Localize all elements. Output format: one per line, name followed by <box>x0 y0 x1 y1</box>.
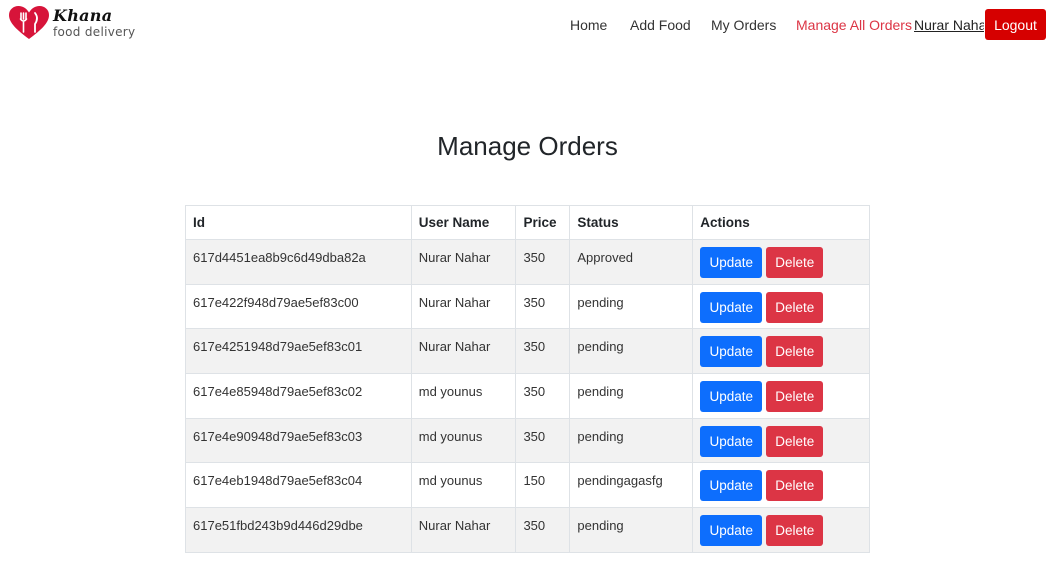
delete-button[interactable]: Delete <box>766 247 824 278</box>
order-price: 350 <box>515 328 571 374</box>
order-id: 617e4e90948d79ae5ef83c03 <box>185 417 412 464</box>
table-row: 617e422f948d79ae5ef83c00 Nurar Nahar 350… <box>185 283 870 330</box>
update-button[interactable]: Update <box>700 291 763 323</box>
order-user-name: md younus <box>410 372 517 419</box>
delete-button[interactable]: Delete <box>766 291 824 323</box>
logout-button[interactable]: Logout <box>985 9 1046 40</box>
brand-tagline: food delivery <box>53 25 136 39</box>
heart-fork-logo-icon <box>9 6 49 39</box>
table-row: 617e4e85948d79ae5ef83c02 md younus 350 p… <box>185 372 870 419</box>
order-actions: Update Delete <box>692 239 870 285</box>
table-row: 617e51fbd243b9d446d29dbe Nurar Nahar 350… <box>185 506 870 553</box>
order-status: Approved <box>569 239 694 285</box>
delete-button[interactable]: Delete <box>766 336 824 368</box>
order-id: 617e4e85948d79ae5ef83c02 <box>185 372 412 419</box>
col-header-user-name: User Name <box>410 205 517 240</box>
order-price: 150 <box>515 462 571 508</box>
table-row: 617e4251948d79ae5ef83c01 Nurar Nahar 350… <box>185 328 870 374</box>
update-button[interactable]: Update <box>700 470 763 502</box>
delete-button[interactable]: Delete <box>766 470 824 502</box>
order-price: 350 <box>515 239 571 285</box>
brand-logo[interactable]: Khana food delivery <box>8 5 135 41</box>
order-user-name: Nurar Nahar <box>410 283 517 330</box>
order-user-name: Nurar Nahar <box>410 506 517 553</box>
table-row: 617d4451ea8b9c6d49dba82a Nurar Nahar 350… <box>185 239 870 285</box>
order-actions: Update Delete <box>692 417 870 464</box>
nav-home[interactable]: Home <box>570 17 607 33</box>
update-button[interactable]: Update <box>700 247 763 278</box>
nav-add-food[interactable]: Add Food <box>630 17 691 33</box>
order-actions: Update Delete <box>692 283 870 330</box>
order-status: pending <box>569 328 694 374</box>
delete-button[interactable]: Delete <box>766 514 824 546</box>
table-row: 617e4eb1948d79ae5ef83c04 md younus 150 p… <box>185 462 870 508</box>
order-status: pending <box>569 372 694 419</box>
col-header-status: Status <box>569 205 694 240</box>
page-title: Manage Orders <box>437 131 618 161</box>
order-user-name: Nurar Nahar <box>410 328 517 374</box>
col-header-id: Id <box>185 205 412 240</box>
order-id: 617e422f948d79ae5ef83c00 <box>185 283 412 330</box>
order-actions: Update Delete <box>692 462 870 508</box>
col-header-price: Price <box>515 205 571 240</box>
order-id: 617e4251948d79ae5ef83c01 <box>185 328 412 374</box>
order-actions: Update Delete <box>692 506 870 553</box>
top-navbar: Khana food delivery Home Add Food My Ord… <box>0 0 1055 50</box>
nav-user-name[interactable]: Nurar Nahar <box>914 17 984 33</box>
order-id: 617d4451ea8b9c6d49dba82a <box>185 239 412 285</box>
update-button[interactable]: Update <box>700 425 763 457</box>
table-row: 617e4e90948d79ae5ef83c03 md younus 350 p… <box>185 417 870 464</box>
order-actions: Update Delete <box>692 372 870 419</box>
order-price: 350 <box>515 283 571 330</box>
order-user-name: md younus <box>410 462 517 508</box>
order-status: pending <box>569 506 694 553</box>
brand-name: Khana <box>53 6 113 25</box>
order-price: 350 <box>515 372 571 419</box>
order-price: 350 <box>515 506 571 553</box>
order-status: pending <box>569 283 694 330</box>
order-user-name: md younus <box>410 417 517 464</box>
nav-my-orders[interactable]: My Orders <box>711 17 776 33</box>
update-button[interactable]: Update <box>700 380 763 412</box>
order-user-name: Nurar Nahar <box>410 239 517 285</box>
order-status: pendingagasfg <box>569 462 694 508</box>
order-status: pending <box>569 417 694 464</box>
orders-table: Id User Name Price Status Actions 617d44… <box>185 205 870 553</box>
table-header-row: Id User Name Price Status Actions <box>185 205 870 240</box>
order-price: 350 <box>515 417 571 464</box>
order-actions: Update Delete <box>692 328 870 374</box>
delete-button[interactable]: Delete <box>766 380 824 412</box>
order-id: 617e4eb1948d79ae5ef83c04 <box>185 462 412 508</box>
delete-button[interactable]: Delete <box>766 425 824 457</box>
nav-manage-all-orders[interactable]: Manage All Orders <box>796 17 912 33</box>
update-button[interactable]: Update <box>700 336 763 368</box>
update-button[interactable]: Update <box>700 514 763 546</box>
col-header-actions: Actions <box>692 205 870 240</box>
order-id: 617e51fbd243b9d446d29dbe <box>185 506 412 553</box>
